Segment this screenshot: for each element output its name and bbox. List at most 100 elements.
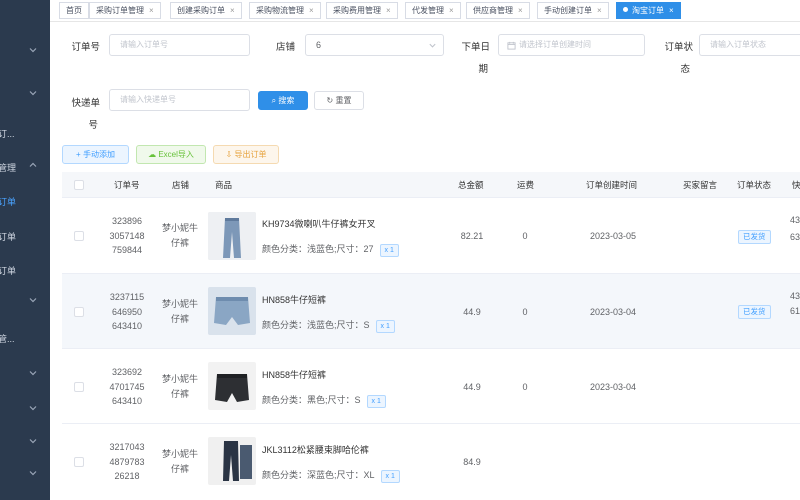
sidebar-item-1[interactable]: 订... (0, 118, 50, 148)
product-name: HN858牛仔短裤 (262, 295, 327, 305)
excel-import-button[interactable]: ☁ Excel导入 (136, 145, 206, 164)
tab-purchase-costs[interactable]: 采购费用管理 × (326, 2, 398, 19)
tracking-no-label-cont: 号 (88, 120, 98, 131)
order-status-label-cont: 态 (680, 64, 690, 75)
freight-cell: 0 (522, 231, 528, 241)
close-icon[interactable]: × (230, 6, 235, 15)
order-status-field[interactable] (699, 34, 800, 56)
sidebar-item-6[interactable]: 管... (0, 323, 50, 353)
order-date-input[interactable] (519, 40, 644, 49)
col-buyer-message: 买家留言 (683, 180, 718, 190)
order-no-line: 3237115 (109, 292, 145, 302)
chevron-down-icon[interactable] (28, 468, 38, 478)
tracking-no-field[interactable] (109, 89, 250, 111)
product-name: KH9734微喇叭牛仔裤女开叉 (262, 219, 376, 229)
close-icon[interactable]: × (309, 6, 314, 15)
search-icon: ⌕ (271, 96, 277, 105)
chevron-down-icon[interactable] (28, 45, 38, 55)
product-name: JKL3112松紧腰束脚哈伦裤 (262, 445, 369, 455)
product-attr-text: 颜色分类：黑色;尺寸：S (262, 395, 361, 405)
close-icon[interactable]: × (597, 6, 602, 15)
chevron-down-icon[interactable] (28, 295, 38, 305)
sidebar-item-label: 订单 (0, 232, 17, 242)
chevron-down-icon[interactable] (28, 368, 38, 378)
tab-label: 采购费用管理 (333, 6, 381, 15)
shop-line: 梦小妮牛 (162, 299, 199, 309)
shop-cell: 梦小妮牛 仔裤 (162, 221, 198, 251)
order-no-input[interactable] (120, 40, 249, 49)
product-thumbnail[interactable] (208, 437, 256, 485)
total-cell: 44.9 (463, 382, 481, 392)
tabs-bar: 首页 采购订单管理 × 创建采购订单 × 采购物流管理 × 采购费用管理 × 代发管理 ×… (50, 0, 800, 22)
total-cell: 84.9 (463, 457, 481, 467)
product-thumbnail[interactable] (208, 287, 256, 335)
reset-button[interactable]: ↻ 重置 (314, 91, 364, 110)
order-no-line: 3217043 (109, 442, 145, 452)
qty-badge: x 1 (379, 244, 399, 257)
created-cell: 2023-03-04 (589, 382, 637, 392)
tab-label: 首页 (66, 6, 82, 15)
row-checkbox[interactable] (74, 382, 84, 392)
close-icon[interactable]: × (669, 6, 674, 15)
table-row[interactable]: 3237115 646950 643410 梦小妮牛 仔裤 HN858牛仔短裤 … (62, 274, 800, 349)
order-no-field[interactable] (109, 34, 250, 56)
freight-cell: 0 (522, 307, 528, 317)
sidebar-item-2[interactable]: 管理 (0, 152, 50, 182)
tab-suppliers[interactable]: 供应商管理 × (466, 2, 530, 19)
tab-home[interactable]: 首页 (59, 2, 89, 19)
sidebar-item-3[interactable]: 订单 (0, 186, 50, 216)
product-thumbnail[interactable] (208, 212, 256, 260)
tab-manual-order[interactable]: 手动创建订单 × (537, 2, 609, 19)
order-no-line: 759844 (111, 245, 143, 255)
tab-taobao-orders[interactable]: 淘宝订单 × (616, 2, 681, 19)
col-status: 订单状态 (737, 180, 772, 190)
sidebar-item-5[interactable]: 订单 (0, 255, 50, 285)
export-orders-button[interactable]: ⇩ 导出订单 (213, 145, 279, 164)
manual-add-button[interactable]: + 手动添加 (62, 145, 129, 164)
shop-line: 仔裤 (170, 314, 189, 324)
close-icon[interactable]: × (386, 6, 391, 15)
search-button[interactable]: ⌕ 搜索 (258, 91, 308, 110)
cut-cell-line-2: 61 (790, 306, 800, 316)
row-checkbox[interactable] (74, 457, 84, 467)
table-row[interactable]: 323692 4701745 643410 梦小妮牛 仔裤 HN858牛仔短裤 … (62, 349, 800, 424)
cut-cell-line-1: 43 (790, 291, 800, 301)
close-icon[interactable]: × (518, 6, 523, 15)
sidebar-item-label: 管... (0, 334, 15, 344)
shop-line: 梦小妮牛 (162, 449, 199, 459)
shop-select[interactable]: 6 (305, 34, 444, 56)
export-orders-label: 导出订单 (234, 150, 267, 159)
order-date-picker[interactable] (498, 34, 645, 56)
order-no-line: 3057148 (109, 230, 145, 241)
table-row[interactable]: 3217043 4879783 26218 梦小妮牛 仔裤 JKL3112松紧腰… (62, 424, 800, 500)
col-cut: 快 (792, 180, 800, 190)
tracking-no-input[interactable] (120, 95, 249, 104)
chevron-down-icon[interactable] (28, 403, 38, 413)
sidebar-item-label: 管理 (0, 163, 17, 173)
product-attr-text: 颜色分类：深蓝色;尺寸：XL (262, 470, 375, 480)
order-no-line: 4879783 (109, 456, 145, 467)
tab-purchase-logistics[interactable]: 采购物流管理 × (249, 2, 321, 19)
tab-create-purchase-order[interactable]: 创建采购订单 × (170, 2, 242, 19)
select-all-checkbox[interactable] (74, 180, 84, 190)
sidebar-item-4[interactable]: 订单 (0, 221, 50, 251)
close-icon[interactable]: × (449, 6, 454, 15)
order-date-label-cont: 期 (478, 64, 488, 75)
product-attributes: 颜色分类：深蓝色;尺寸：XL x 1 (262, 468, 400, 483)
cut-cell-line-1: 43 (790, 215, 800, 225)
tab-dropship[interactable]: 代发管理 × (405, 2, 461, 19)
row-checkbox[interactable] (74, 307, 84, 317)
tab-purchase-orders[interactable]: 采购订单管理 × (89, 2, 161, 19)
chevron-down-icon[interactable] (28, 436, 38, 446)
tab-label: 代发管理 (412, 6, 444, 15)
chevron-down-icon[interactable] (28, 88, 38, 98)
status-badge: 已发货 (738, 230, 771, 244)
shop-line: 梦小妮牛 (162, 374, 199, 384)
table-row[interactable]: 323896 3057148 759844 梦小妮牛 仔裤 KH9734微喇叭牛… (62, 198, 800, 274)
shop-line: 仔裤 (170, 464, 189, 474)
row-checkbox[interactable] (74, 231, 84, 241)
order-status-input[interactable] (710, 40, 800, 49)
product-thumbnail[interactable] (208, 362, 256, 410)
close-icon[interactable]: × (149, 6, 154, 15)
status-badge: 已发货 (738, 305, 771, 319)
